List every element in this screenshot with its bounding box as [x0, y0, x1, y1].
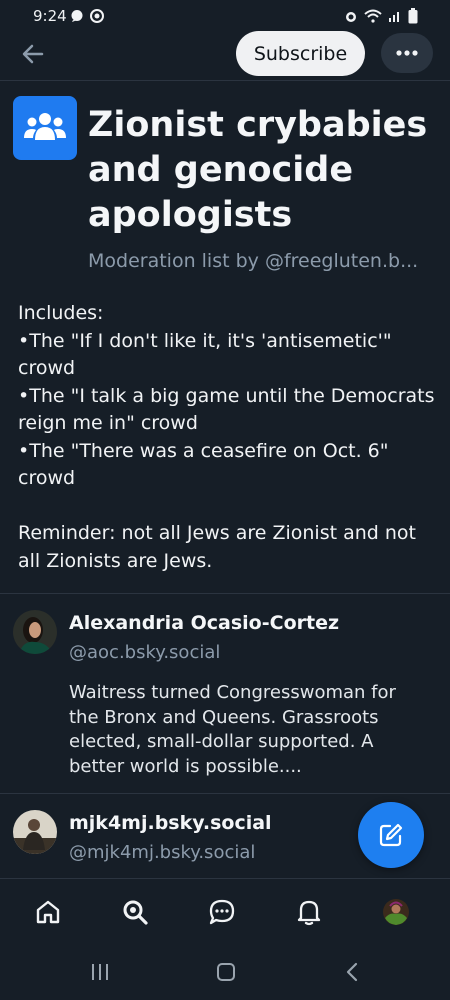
description-line: •The "If I don't like it, it's 'antiseme…	[18, 329, 392, 380]
alarm-icon	[346, 12, 356, 22]
system-navigation	[0, 944, 450, 1000]
system-back-button[interactable]	[337, 958, 367, 986]
list-avatar	[13, 96, 77, 160]
more-options-button[interactable]	[381, 33, 433, 73]
wifi-icon	[364, 9, 382, 23]
signal-icon	[389, 12, 399, 22]
recent-apps-icon	[92, 964, 108, 980]
users-group-icon	[24, 113, 66, 140]
list-title: Zionist crybabies and genocide apologist…	[88, 105, 428, 235]
description-line: •The "There was a ceasefire on Oct. 6" c…	[18, 439, 389, 490]
app-notification-icon	[90, 9, 104, 23]
member-name: Alexandria Ocasio-Cortez	[69, 612, 340, 634]
system-status-icons	[344, 8, 418, 24]
chevron-left-icon	[346, 962, 358, 982]
avatar-image	[13, 610, 57, 654]
avatar-image	[13, 810, 57, 854]
arrow-left-icon	[22, 44, 44, 64]
nav-profile[interactable]	[379, 895, 413, 929]
member-name: mjk4mj.bsky.social	[69, 812, 272, 834]
compose-button[interactable]	[358, 802, 424, 868]
home-icon	[36, 900, 60, 924]
recent-apps-button[interactable]	[85, 958, 115, 986]
description-line: Includes:	[18, 302, 104, 324]
compose-icon	[379, 823, 403, 847]
home-button[interactable]	[211, 958, 241, 986]
avatar[interactable]	[13, 610, 57, 654]
avatar[interactable]	[13, 810, 57, 854]
chat-bubble-icon	[71, 10, 83, 22]
list-byline[interactable]: Moderation list by @freegluten.b...	[88, 250, 438, 272]
nav-notifications[interactable]	[292, 895, 326, 929]
description-line: Reminder: not all Jews are Zionist and n…	[18, 522, 416, 572]
status-time: 9:24	[33, 7, 67, 25]
subscribe-button[interactable]: Subscribe	[236, 31, 365, 76]
description-line: •The "I talk a big game until the Democr…	[18, 384, 435, 435]
back-button[interactable]	[18, 40, 50, 68]
battery-icon	[408, 8, 418, 24]
member-bio: Waitress turned Congresswoman for the Br…	[69, 682, 396, 777]
header-bar: Subscribe	[0, 28, 450, 80]
bottom-navigation	[0, 878, 450, 945]
home-square-icon	[217, 963, 235, 981]
member-handle: @mjk4mj.bsky.social	[69, 842, 256, 863]
member-handle: @aoc.bsky.social	[69, 642, 221, 663]
profile-avatar	[383, 899, 409, 925]
notification-icons	[70, 9, 104, 23]
chat-icon	[209, 899, 235, 925]
search-icon	[123, 900, 148, 925]
description-line	[18, 493, 438, 521]
nav-search[interactable]	[118, 895, 152, 929]
list-item[interactable]: Alexandria Ocasio-Cortez @aoc.bsky.socia…	[0, 594, 450, 793]
header-divider	[0, 80, 450, 81]
nav-chat[interactable]	[205, 895, 239, 929]
ellipsis-icon	[396, 50, 418, 56]
nav-home[interactable]	[31, 895, 65, 929]
bell-icon	[297, 900, 321, 926]
list-description: Includes: •The "If I don't like it, it's…	[18, 300, 438, 575]
